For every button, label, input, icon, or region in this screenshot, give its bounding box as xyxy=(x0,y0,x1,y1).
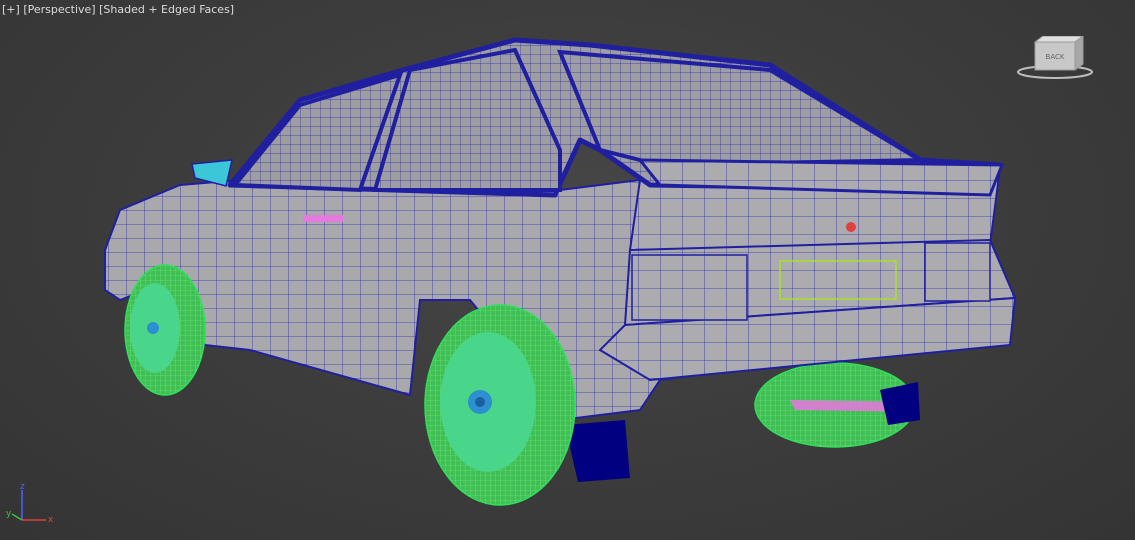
perspective-viewport[interactable]: [+] [Perspective] [Shaded + Edged Faces] xyxy=(0,0,1135,540)
axis-tripod-icon: z x y xyxy=(6,482,54,525)
front-left-wheel[interactable] xyxy=(124,264,206,396)
left-tail-light xyxy=(631,254,748,321)
axis-x-label: x xyxy=(48,515,54,525)
rear-lock-marker xyxy=(846,222,856,232)
car-model[interactable] xyxy=(0,0,1135,540)
rear-window xyxy=(556,49,927,168)
rear-left-wheel[interactable] xyxy=(424,304,576,506)
side-mirror xyxy=(191,159,233,187)
viewcube-icon[interactable]: BACK xyxy=(1013,36,1097,84)
axis-y-label: y xyxy=(6,509,12,519)
door-handle xyxy=(303,215,343,222)
viewcube-face-label: BACK xyxy=(1046,53,1065,61)
axis-z-label: z xyxy=(20,482,25,492)
right-tail-light xyxy=(924,242,991,302)
mud-flap-left xyxy=(565,420,630,482)
